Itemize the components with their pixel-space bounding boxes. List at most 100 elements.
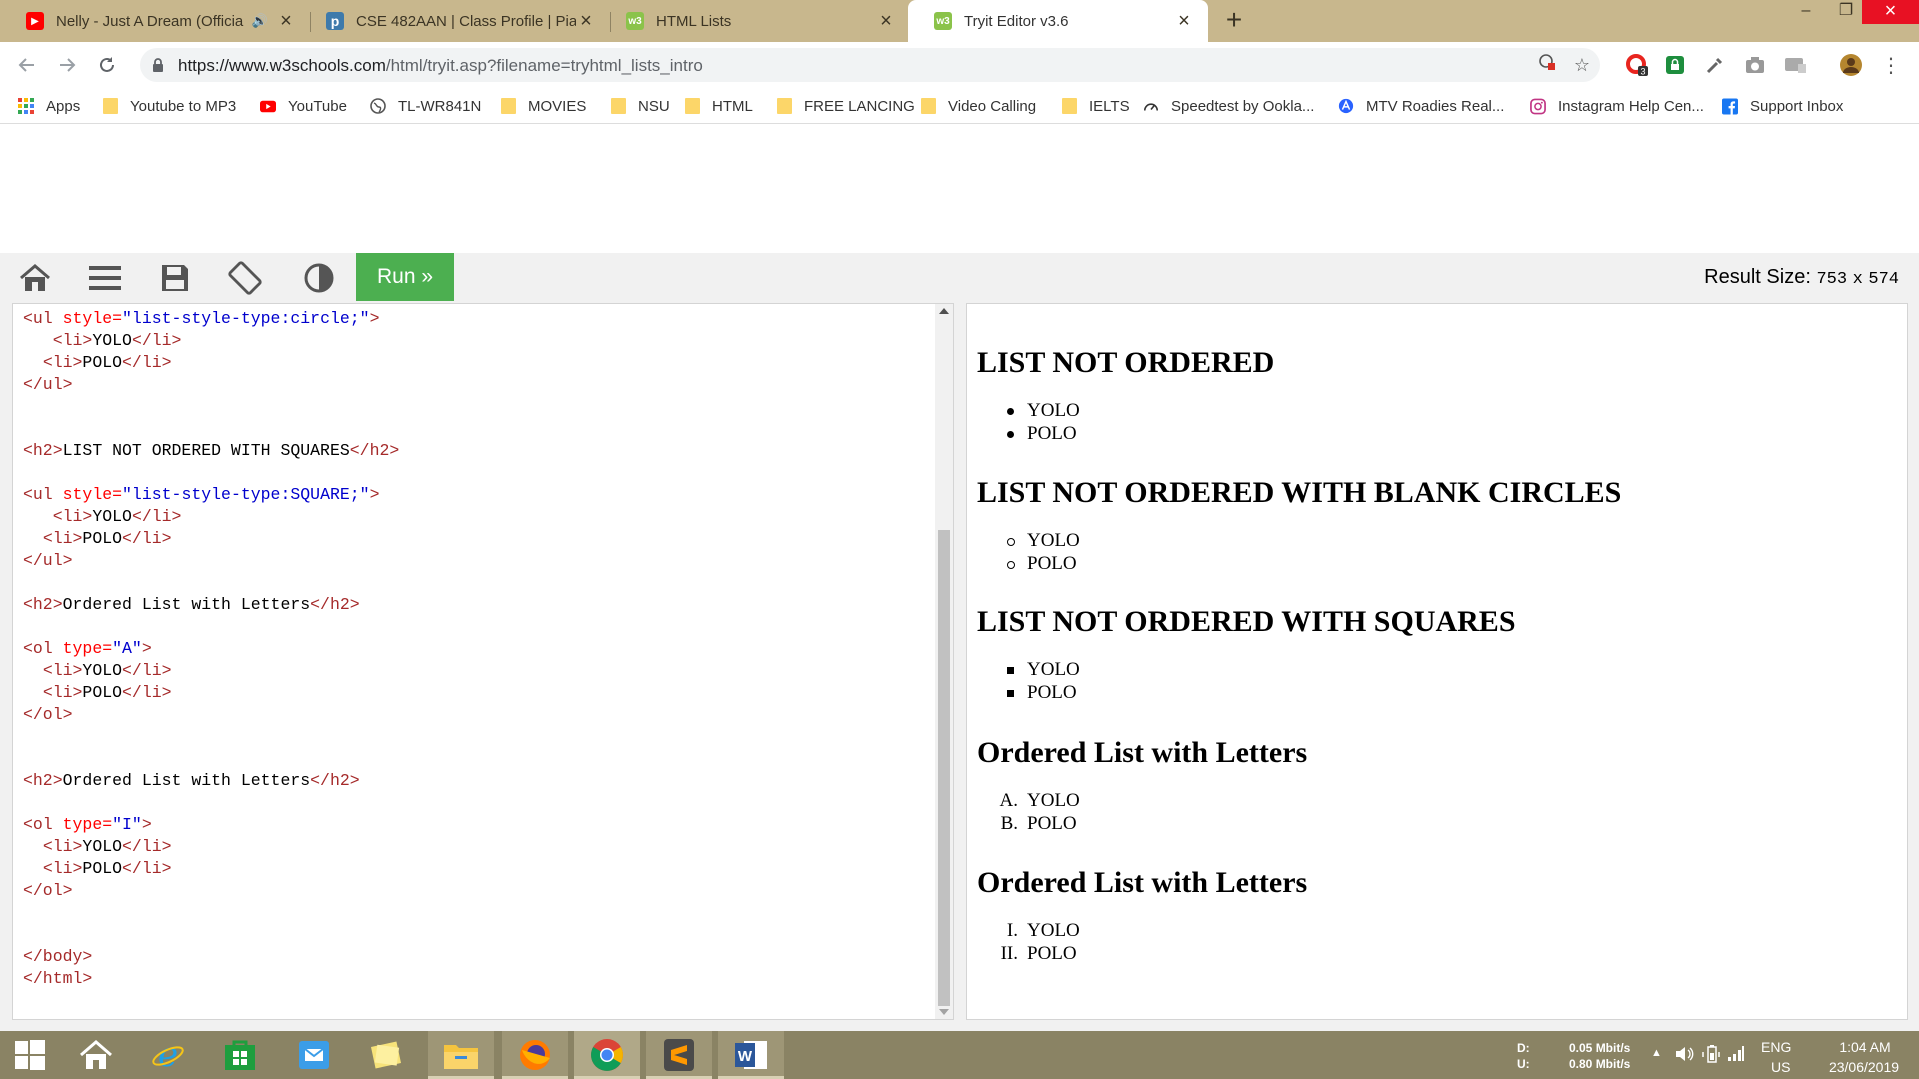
- mail-icon[interactable]: [284, 1031, 344, 1079]
- file-explorer-icon[interactable]: [428, 1031, 494, 1079]
- bookmark-html[interactable]: HTML: [684, 96, 753, 116]
- code-line[interactable]: <h2>Ordered List with Letters</h2>: [23, 594, 399, 616]
- store-icon[interactable]: [210, 1031, 270, 1079]
- code-line[interactable]: <li>POLO</li>: [23, 528, 399, 550]
- code-line[interactable]: </ul>: [23, 550, 399, 572]
- firefox-icon[interactable]: [502, 1031, 568, 1079]
- back-button[interactable]: [12, 50, 42, 80]
- show-hidden-icons-icon[interactable]: ▲: [1651, 1047, 1662, 1059]
- code-line[interactable]: [23, 748, 399, 770]
- close-tab-icon[interactable]: ×: [1174, 10, 1194, 33]
- bookmark-movies[interactable]: MOVIES: [500, 96, 586, 116]
- reload-button[interactable]: [92, 50, 122, 80]
- opera-vpn-extension-icon[interactable]: 3: [1624, 50, 1650, 80]
- code-line[interactable]: [23, 418, 399, 440]
- translate-blocked-icon[interactable]: [1535, 53, 1559, 77]
- code-line[interactable]: [23, 726, 399, 748]
- close-tab-icon[interactable]: ×: [876, 10, 896, 33]
- code-line[interactable]: <li>POLO</li>: [23, 858, 399, 880]
- close-window-button[interactable]: ×: [1862, 0, 1919, 24]
- code-line[interactable]: <ul style="list-style-type:circle;">: [23, 308, 399, 330]
- tab-tryit-editor[interactable]: w3 Tryit Editor v3.6 ×: [908, 0, 1208, 42]
- bookmark-tl-wr841n[interactable]: TL-WR841N: [370, 96, 481, 116]
- code-line[interactable]: </ol>: [23, 880, 399, 902]
- code-line[interactable]: <h2>Ordered List with Letters</h2>: [23, 770, 399, 792]
- code-line[interactable]: [23, 396, 399, 418]
- code-line[interactable]: <ol type="I">: [23, 814, 399, 836]
- code-line[interactable]: <li>YOLO</li>: [23, 836, 399, 858]
- clock-time[interactable]: 1:04 AM: [1827, 1039, 1903, 1055]
- bookmark-speedtest-by-ookla[interactable]: Speedtest by Ookla...: [1143, 96, 1314, 116]
- cast-extension-icon[interactable]: [1782, 50, 1808, 80]
- speaker-icon[interactable]: 🔊: [252, 13, 268, 29]
- input-region[interactable]: US: [1771, 1059, 1790, 1075]
- code-line[interactable]: [23, 616, 399, 638]
- save-icon[interactable]: [158, 261, 192, 295]
- volume-icon[interactable]: [1674, 1044, 1694, 1067]
- lock-icon[interactable]: [152, 57, 164, 73]
- internet-explorer-icon[interactable]: e: [138, 1031, 198, 1079]
- tab-piazza[interactable]: p CSE 482AAN | Class Profile | Piazz ×: [300, 0, 610, 42]
- code-line[interactable]: </ol>: [23, 704, 399, 726]
- url-text[interactable]: https://www.w3schools.com/html/tryit.asp…: [178, 56, 703, 76]
- close-tab-icon[interactable]: ×: [576, 10, 596, 33]
- scrollbar-thumb[interactable]: [938, 530, 950, 1006]
- screenshot-extension-icon[interactable]: [1742, 50, 1768, 80]
- menu-kebab-icon[interactable]: ⋮: [1878, 50, 1904, 80]
- code-line[interactable]: <li>YOLO</li>: [23, 330, 399, 352]
- theme-contrast-icon[interactable]: [302, 261, 336, 295]
- profile-avatar[interactable]: [1838, 50, 1864, 80]
- bookmark-youtube[interactable]: YouTube: [260, 96, 347, 116]
- home-icon[interactable]: [18, 261, 52, 295]
- network-signal-icon[interactable]: [1727, 1044, 1745, 1065]
- bookmark-mtv-roadies-real[interactable]: MTV Roadies Real...: [1338, 96, 1504, 116]
- code-line[interactable]: <li>YOLO</li>: [23, 506, 399, 528]
- bookmark-apps[interactable]: Apps: [18, 96, 80, 116]
- code-editor[interactable]: <ul style="list-style-type:circle;"> <li…: [12, 303, 954, 1020]
- sticky-notes-icon[interactable]: [356, 1031, 416, 1079]
- code-line[interactable]: <h2>LIST NOT ORDERED WITH SQUARES</h2>: [23, 440, 399, 462]
- tab-html-lists[interactable]: w3 HTML Lists ×: [600, 0, 910, 42]
- code-scrollbar[interactable]: [935, 304, 953, 1019]
- run-button[interactable]: Run »: [356, 253, 454, 301]
- code-line[interactable]: <li>YOLO</li>: [23, 660, 399, 682]
- code-line[interactable]: [23, 462, 399, 484]
- close-tab-icon[interactable]: ×: [276, 10, 296, 33]
- bookmark-free-lancing[interactable]: FREE LANCING: [776, 96, 915, 116]
- bookmark-nsu[interactable]: NSU: [610, 96, 670, 116]
- code-text[interactable]: <ul style="list-style-type:circle;"> <li…: [23, 308, 399, 990]
- password-extension-icon[interactable]: [1662, 50, 1688, 80]
- new-tab-button[interactable]: +: [1218, 4, 1250, 38]
- bookmark-ielts[interactable]: IELTS: [1061, 96, 1130, 116]
- chrome-icon[interactable]: [574, 1031, 640, 1079]
- tab-nelly-youtube[interactable]: ▶ Nelly - Just A Dream (Official 🔊 ×: [0, 0, 310, 42]
- code-line[interactable]: </body>: [23, 946, 399, 968]
- code-line[interactable]: </html>: [23, 968, 399, 990]
- sublime-text-icon[interactable]: [646, 1031, 712, 1079]
- battery-icon[interactable]: [1702, 1044, 1722, 1067]
- bookmark-support-inbox[interactable]: Support Inbox: [1722, 96, 1843, 116]
- code-line[interactable]: <ol type="A">: [23, 638, 399, 660]
- bookmark-video-calling[interactable]: Video Calling: [920, 96, 1036, 116]
- bookmark-instagram-help-cen[interactable]: Instagram Help Cen...: [1530, 96, 1704, 116]
- word-icon[interactable]: W: [718, 1031, 784, 1079]
- address-bar[interactable]: https://www.w3schools.com/html/tryit.asp…: [140, 48, 1600, 82]
- home-icon[interactable]: [66, 1031, 126, 1079]
- forward-button[interactable]: [52, 50, 82, 80]
- code-line[interactable]: <li>POLO</li>: [23, 352, 399, 374]
- scroll-down-arrow-icon[interactable]: [939, 1009, 949, 1015]
- bookmark-star-icon[interactable]: ☆: [1570, 53, 1594, 77]
- eyedropper-extension-icon[interactable]: [1702, 50, 1728, 80]
- clock-date[interactable]: 23/06/2019: [1819, 1059, 1909, 1075]
- code-line[interactable]: [23, 902, 399, 924]
- input-language[interactable]: ENG: [1761, 1039, 1791, 1055]
- code-line[interactable]: [23, 572, 399, 594]
- code-line[interactable]: <li>POLO</li>: [23, 682, 399, 704]
- code-line[interactable]: [23, 924, 399, 946]
- menu-icon[interactable]: [88, 261, 122, 295]
- code-line[interactable]: <ul style="list-style-type:SQUARE;">: [23, 484, 399, 506]
- bookmark-youtube-to-mp3[interactable]: Youtube to MP3: [102, 96, 236, 116]
- windows-start-icon[interactable]: [0, 1031, 60, 1079]
- code-line[interactable]: [23, 792, 399, 814]
- code-line[interactable]: </ul>: [23, 374, 399, 396]
